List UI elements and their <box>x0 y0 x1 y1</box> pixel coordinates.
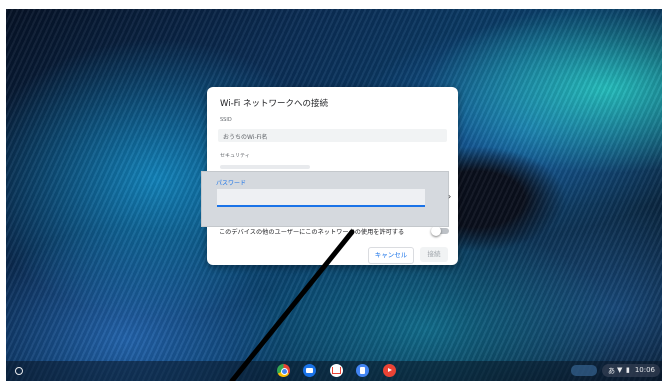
toggle-knob <box>431 226 441 236</box>
files-icon[interactable] <box>303 364 316 377</box>
wifi-icon: ▼ <box>617 366 623 374</box>
share-network-toggle[interactable] <box>431 226 449 236</box>
dialog-title: Wi-Fi ネットワークへの接続 <box>220 99 328 109</box>
chrome-icon[interactable] <box>277 364 290 377</box>
docs-icon[interactable] <box>356 364 369 377</box>
system-tray[interactable]: あ ▼ ▮ 10:06 <box>602 364 660 377</box>
clock: 10:06 <box>634 366 655 374</box>
gmail-icon[interactable] <box>330 364 343 377</box>
youtube-icon[interactable] <box>383 364 396 377</box>
battery-icon: ▮ <box>626 366 630 374</box>
launcher-button[interactable] <box>15 367 23 375</box>
ssid-label: SSID <box>220 117 232 123</box>
ssid-field[interactable]: おうちのWi-Fi名 <box>218 129 447 142</box>
password-input[interactable] <box>217 189 425 207</box>
password-label: パスワード <box>216 180 247 187</box>
ssid-value: おうちのWi-Fi名 <box>223 134 268 141</box>
status-indicator[interactable] <box>571 365 597 376</box>
ime-indicator: あ <box>608 367 615 375</box>
share-network-text: このデバイスの他のユーザーにこのネットワークの使用を許可する <box>219 229 405 236</box>
chevron-right-icon: › <box>448 192 452 201</box>
shelf: あ ▼ ▮ 10:06 <box>6 361 662 381</box>
connect-button[interactable]: 接続 <box>420 247 448 262</box>
cancel-button[interactable]: キャンセル <box>368 247 414 264</box>
password-zoom-panel: パスワード <box>201 171 449 227</box>
security-dropdown[interactable] <box>220 165 310 169</box>
security-label: セキュリティ <box>220 153 250 159</box>
